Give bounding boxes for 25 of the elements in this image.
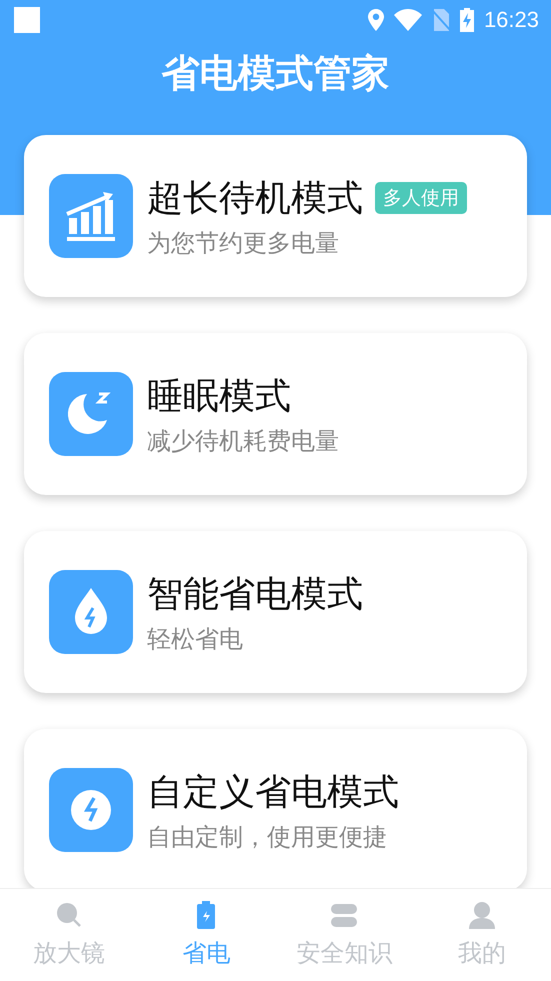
mode-title: 智能省电模式 bbox=[147, 572, 363, 616]
notification-icon bbox=[14, 7, 40, 33]
location-icon bbox=[368, 9, 384, 31]
mode-description: 为您节约更多电量 bbox=[147, 228, 340, 258]
mode-card[interactable]: 自定义省电模式 自由定制，使用更便捷 bbox=[24, 729, 527, 888]
mode-title: 超长待机模式 bbox=[147, 176, 363, 220]
chart-icon bbox=[49, 174, 133, 258]
mode-title: 睡眠模式 bbox=[147, 374, 291, 418]
mode-card[interactable]: 超长待机模式 多人使用 为您节约更多电量 bbox=[24, 135, 527, 297]
popular-badge: 多人使用 bbox=[375, 182, 467, 214]
lightning-icon bbox=[49, 768, 133, 852]
page-title: 省电模式管家 bbox=[162, 50, 390, 97]
moon-icon bbox=[49, 372, 133, 456]
battery-charging-icon bbox=[460, 8, 474, 32]
mode-card[interactable]: 睡眠模式 减少待机耗费电量 bbox=[24, 333, 527, 495]
wifi-icon bbox=[394, 9, 422, 31]
user-icon bbox=[467, 901, 498, 931]
mode-title: 自定义省电模式 bbox=[147, 770, 399, 814]
mode-description: 自由定制，使用更便捷 bbox=[147, 822, 388, 852]
mode-card[interactable]: 智能省电模式 轻松省电 bbox=[24, 531, 527, 693]
mode-description: 减少待机耗费电量 bbox=[147, 426, 339, 456]
status-time: 16:23 bbox=[484, 7, 539, 33]
no-sim-icon bbox=[432, 9, 450, 31]
drop-icon bbox=[49, 570, 133, 654]
mode-description: 轻松省电 bbox=[147, 624, 244, 654]
